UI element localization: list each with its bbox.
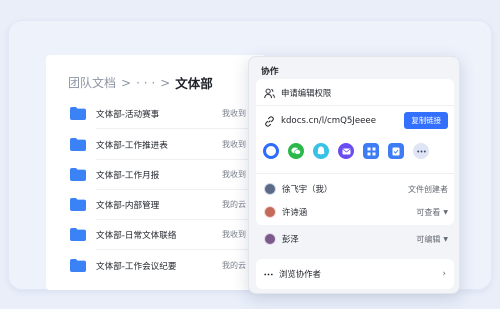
document-panel: 团队文档 > · · · > 文体部 文体部-活动赛事 我收到 文体部-工作推进… [46, 55, 266, 290]
chevron-down-icon: ▼ [443, 235, 448, 243]
breadcrumb-separator: > [160, 75, 171, 90]
share-link-url[interactable]: kdocs.cn/l/cmQ5Jeeee [281, 116, 376, 126]
avatar [264, 183, 276, 195]
share-apps [263, 143, 429, 159]
file-name: 文体部-内部管理 [96, 201, 160, 211]
member-row-owner: 徐飞宇（我） 文件创建者 [264, 180, 448, 198]
share-title: 协作 [261, 67, 279, 77]
breadcrumb-root[interactable]: 团队文档 [68, 74, 116, 91]
mail-icon[interactable] [338, 143, 354, 159]
member-name: 徐飞宇（我） [282, 184, 333, 194]
member-name: 许诗涵 [282, 207, 308, 217]
avatar [264, 233, 276, 245]
chevron-right-icon: › [442, 269, 446, 279]
member-role: 可查看 [416, 207, 441, 217]
folder-icon [70, 138, 86, 151]
users-icon [264, 88, 275, 98]
copy-link-button[interactable]: 复制链接 [404, 112, 448, 129]
file-source: 我的云 [222, 200, 246, 209]
file-name: 文体部-工作月报 [96, 171, 160, 181]
file-name: 文体部-日常文体联络 [96, 231, 177, 241]
file-source: 我的云 [222, 261, 246, 270]
request-edit-row[interactable]: 申请编辑权限 [264, 85, 331, 101]
apps-grid-icon[interactable] [363, 143, 379, 159]
file-source: 我收到 [222, 230, 246, 239]
member-role: 文件创建者 [408, 184, 448, 194]
file-row[interactable]: 文体部-活动赛事 我收到 [46, 99, 266, 129]
member-role: 可编辑 [416, 234, 441, 244]
file-name: 文体部-活动赛事 [96, 110, 160, 120]
browse-collaborators-row[interactable]: 浏览协作者 › [264, 267, 448, 281]
link-icon [265, 115, 274, 127]
file-row[interactable]: 文体部-日常文体联络 我收到 [46, 220, 266, 250]
share-link-row: kdocs.cn/l/cmQ5Jeeee 复制链接 [264, 112, 448, 129]
breadcrumb-current: 文体部 [175, 76, 213, 91]
file-row[interactable]: 文体部-内部管理 我的云 [46, 190, 266, 220]
wps-ring-icon[interactable] [263, 143, 279, 159]
wechat-icon[interactable] [288, 143, 304, 159]
avatar [264, 206, 276, 218]
share-panel: 协作 申请编辑权限 kdocs.cn/l/cmQ5Jeeee 复制链接 徐飞宇（… [248, 56, 460, 294]
qq-icon[interactable] [313, 143, 329, 159]
breadcrumb: 团队文档 > · · · > 文体部 [68, 73, 213, 92]
permission-dropdown[interactable]: 可编辑 ▼ [416, 234, 448, 245]
member-name: 彭泽 [282, 234, 299, 244]
file-name: 文体部-工作会议纪要 [96, 262, 177, 272]
share-options-card: 申请编辑权限 kdocs.cn/l/cmQ5Jeeee 复制链接 徐飞宇（我） … [256, 79, 454, 225]
request-edit-label: 申请编辑权限 [281, 88, 332, 98]
folder-icon [70, 107, 86, 120]
breadcrumb-separator: > [121, 75, 132, 90]
member-row: 许诗涵 可查看 ▼ [264, 203, 448, 221]
browse-collaborators-label: 浏览协作者 [279, 269, 321, 279]
member-row: 彭泽 可编辑 ▼ [264, 230, 448, 248]
row-divider [96, 128, 266, 129]
file-source: 我收到 [222, 170, 246, 179]
divider [256, 173, 454, 174]
browse-collaborators-card: 浏览协作者 › [256, 259, 454, 289]
folder-icon [70, 228, 86, 241]
file-name: 文体部-工作推进表 [96, 141, 168, 151]
folder-icon [70, 198, 86, 211]
doc-share-icon[interactable] [388, 143, 404, 159]
file-row[interactable]: 文体部-工作会议纪要 我的云 [46, 251, 266, 281]
breadcrumb-ellipsis[interactable]: · · · [136, 76, 155, 90]
file-row[interactable]: 文体部-工作推进表 我收到 [46, 130, 266, 160]
file-source: 我收到 [222, 140, 246, 149]
row-divider [96, 249, 266, 250]
folder-icon [70, 259, 86, 272]
chevron-down-icon: ▼ [443, 208, 448, 216]
file-source: 我收到 [222, 109, 246, 118]
ellipsis-icon [264, 273, 273, 275]
more-icon[interactable] [413, 143, 429, 159]
file-row[interactable]: 文体部-工作月报 我收到 [46, 160, 266, 190]
folder-icon [70, 168, 86, 181]
permission-dropdown[interactable]: 可查看 ▼ [416, 207, 448, 218]
divider [256, 105, 454, 106]
